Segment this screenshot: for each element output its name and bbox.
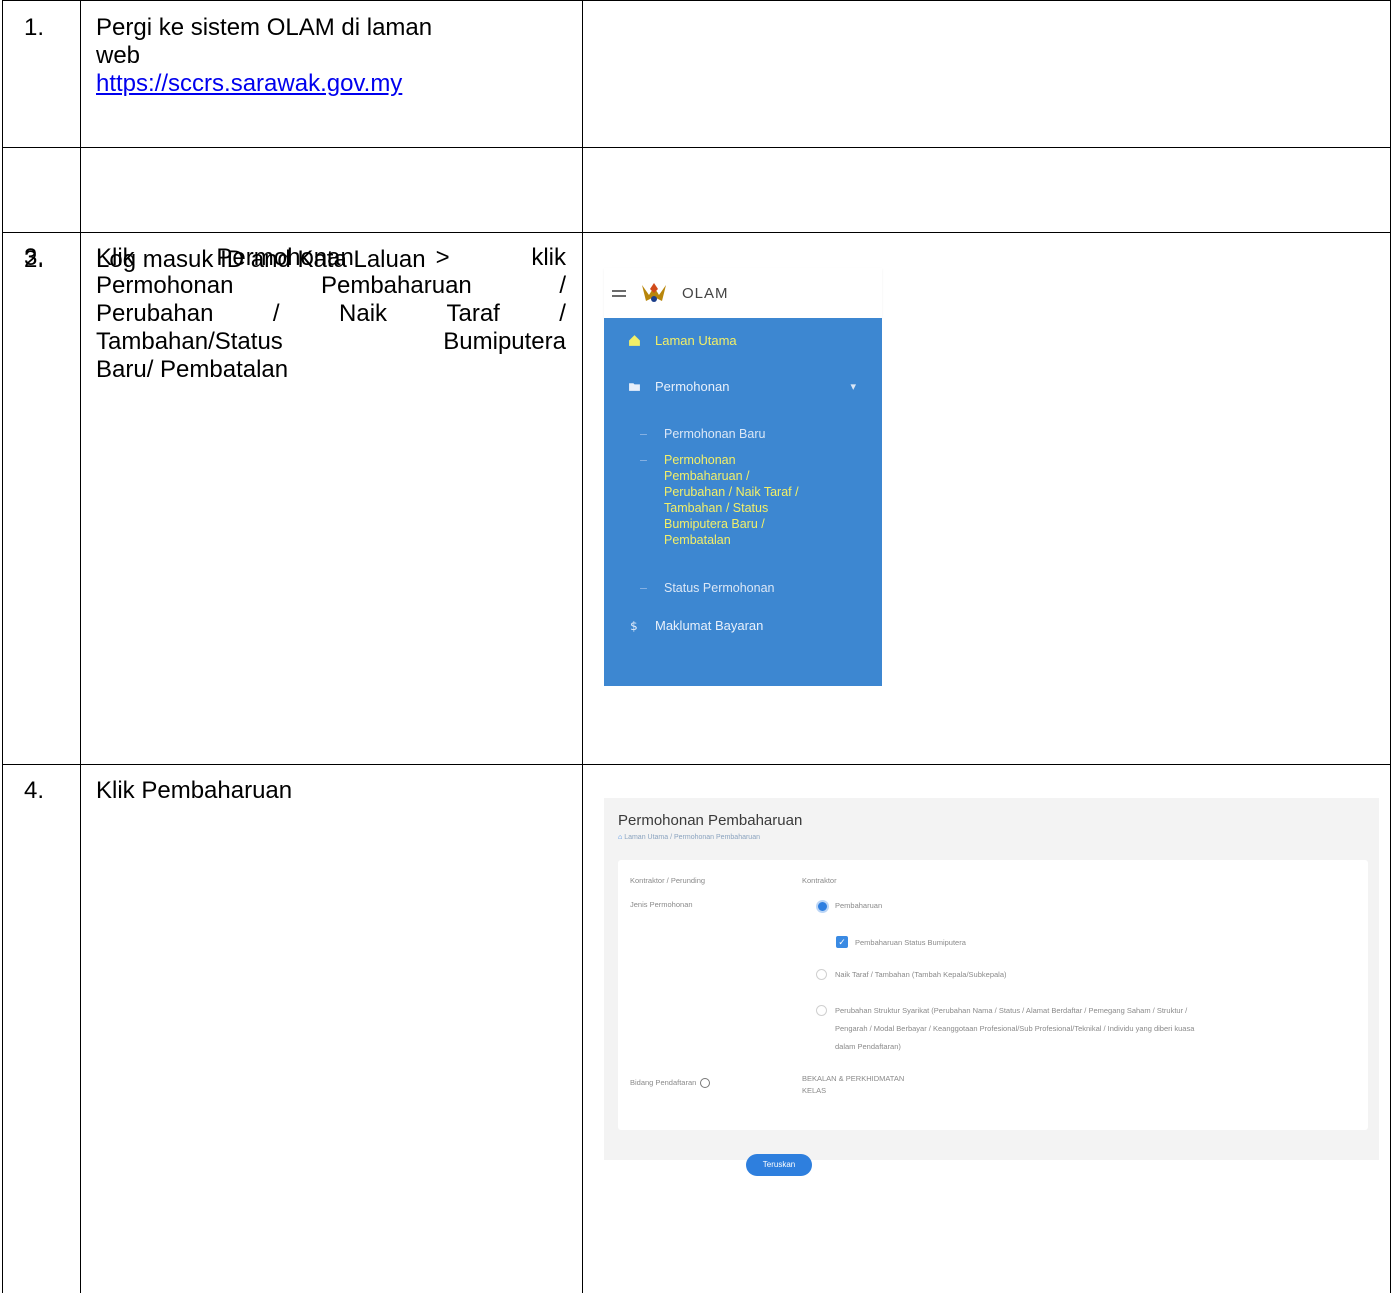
step-text-line: Pergi ke sistem OLAM di laman (96, 14, 433, 41)
home-icon: ⌂ (618, 834, 623, 841)
form-card: Kontraktor / Perunding Kontraktor Jenis … (618, 860, 1368, 1130)
step-word: Tambahan/Status (96, 328, 283, 355)
step-word: Baru/ Pembatalan (96, 356, 289, 383)
option-label: Pembaharuan Status Bumiputera (855, 938, 966, 947)
step-text-line: Baru/ Pembatalan (96, 356, 566, 384)
step-word: Taraf (446, 300, 500, 327)
breadcrumb-text: Laman Utama / Permohonan Pembaharuan (624, 834, 760, 841)
olam-website-link[interactable]: https://sccrs.sarawak.gov.my (96, 70, 402, 97)
step-word: Perubahan (96, 300, 214, 327)
step-text: Klik Permohonan > klik Permohonan Pembaharuan… (96, 244, 566, 384)
pembaharuan-form-screenshot: Permohonan Pembaharuan ⌂ Laman Utama / P… (604, 798, 1379, 1176)
step-word: / (559, 272, 566, 299)
table-border-right (1390, 0, 1391, 1293)
step-number: 4. (24, 777, 45, 804)
submenu-label-line: Tambahan / Status (664, 501, 769, 515)
radio-naik-taraf[interactable] (816, 969, 827, 980)
home-icon (629, 335, 640, 346)
field-value: BEKALAN & PERKHIDMATAN (802, 1074, 905, 1083)
olam-header: OLAM (604, 268, 882, 318)
submenu-label: Permohonan Pembaharuan / Perubahan / Naik … (664, 452, 799, 548)
step-word: klik (531, 244, 566, 271)
chevron-down-icon[interactable]: ▾ (850, 380, 856, 393)
submenu-label-line: Pembaharuan / (664, 469, 750, 483)
sarawak-crest-icon (642, 283, 666, 302)
menu-item-label: Permohonan (655, 379, 730, 394)
field-label-text: Bidang Pendaftaran (630, 1078, 697, 1087)
step-text: Pergi ke sistem OLAM di laman web https:… (96, 14, 564, 98)
menu-item-permohonan[interactable]: Permohonan (628, 379, 729, 394)
step-word: > (435, 244, 450, 271)
submenu-label-line: Pembatalan (664, 533, 731, 547)
olam-menu: Laman Utama Permohonan ▾ – Permohonan Ba… (604, 318, 882, 686)
hamburger-icon[interactable] (612, 289, 626, 297)
step-text-line: Klik Permohonan > klik (96, 244, 566, 272)
radio-perubahan[interactable] (816, 1005, 827, 1016)
svg-text:$: $ (630, 619, 638, 632)
step-word: Permohonan (96, 272, 234, 299)
field-value: KELAS (802, 1086, 827, 1095)
breadcrumb: ⌂ Laman Utama / Permohonan Pembaharuan (618, 834, 760, 841)
step-text-line: Tambahan/Status Bumiputera (96, 328, 566, 356)
step-number: 3. (24, 244, 45, 271)
radio-pembaharuan[interactable] (816, 900, 829, 913)
row-divider-3 (2, 764, 1391, 765)
step-text-line: Perubahan / Naik Taraf / (96, 300, 566, 328)
table-border-col2 (582, 0, 583, 1293)
table-border-col1 (80, 0, 81, 1293)
page-title: Permohonan Pembaharuan (618, 812, 803, 829)
table-border-top (2, 0, 1391, 1)
olam-app-title: OLAM (682, 284, 729, 302)
table-border-left (2, 0, 3, 1293)
option-label: Naik Taraf / Tambahan (Tambah Kepala/Sub… (835, 970, 1007, 979)
step-word: / (272, 300, 280, 327)
bullet-dash-icon: – (640, 453, 647, 467)
row-divider-1 (2, 147, 1391, 148)
submenu-label-line: Permohonan (664, 453, 736, 467)
row-divider-2 (2, 232, 1391, 233)
olam-sidebar-screenshot: OLAM Laman Utama Permohonan ▾ – Permohon… (604, 268, 882, 686)
field-value: Kontraktor (802, 876, 837, 885)
step-text-line: web (96, 42, 141, 69)
option-label: Pengarah / Modal Berbayar / Keanggotaan … (835, 1024, 1195, 1033)
step-word: Klik (96, 244, 135, 271)
step-word: Naik (339, 300, 388, 327)
money-icon: $ (630, 619, 638, 632)
step-text: Klik Pembaharuan (96, 777, 293, 804)
teruskan-button[interactable]: Teruskan (746, 1154, 812, 1176)
menu-item-maklumat-bayaran[interactable]: $ Maklumat Bayaran (628, 618, 763, 633)
field-label: Bidang Pendaftaran (630, 1078, 711, 1089)
step-word: Bumiputera (443, 328, 566, 355)
menu-item-label: Maklumat Bayaran (655, 618, 764, 633)
menu-item-label: Laman Utama (655, 333, 737, 348)
submenu-label-line: Bumiputera Baru / (664, 517, 765, 531)
submenu-permohonan-pembaharuan[interactable]: – Permohonan Pembaharuan / Perubahan / Nai… (640, 452, 799, 548)
step-word: Permohonan (216, 244, 354, 271)
menu-item-laman-utama[interactable]: Laman Utama (628, 333, 737, 348)
bullet-dash-icon: – (640, 581, 647, 595)
field-label: Kontraktor / Perunding (630, 876, 706, 885)
step-text-line: Permohonan Pembaharuan / (96, 272, 566, 300)
folder-icon (629, 383, 640, 391)
option-label: Perubahan Struktur Syarikat (Perubahan N… (835, 1006, 1188, 1015)
option-label: Pembaharuan (835, 901, 883, 910)
bullet-dash-icon: – (640, 427, 647, 441)
submenu-label: Permohonan Baru (664, 427, 766, 441)
submenu-status-permohonan[interactable]: – Status Permohonan (640, 580, 775, 596)
submenu-label-line: Perubahan / Naik Taraf / (664, 485, 799, 499)
step-word: Pembaharuan (320, 272, 472, 299)
submenu-permohonan-baru[interactable]: – Permohonan Baru (640, 426, 765, 442)
submenu-label: Status Permohonan (664, 581, 775, 595)
field-label: Jenis Permohonan (630, 900, 693, 909)
step-number: 1. (24, 14, 45, 41)
step-word: / (559, 300, 566, 327)
info-icon[interactable] (700, 1078, 711, 1089)
checkbox-status-bumiputera[interactable]: ✓ (836, 936, 848, 948)
option-label: dalam Pendaftaran) (835, 1042, 901, 1051)
